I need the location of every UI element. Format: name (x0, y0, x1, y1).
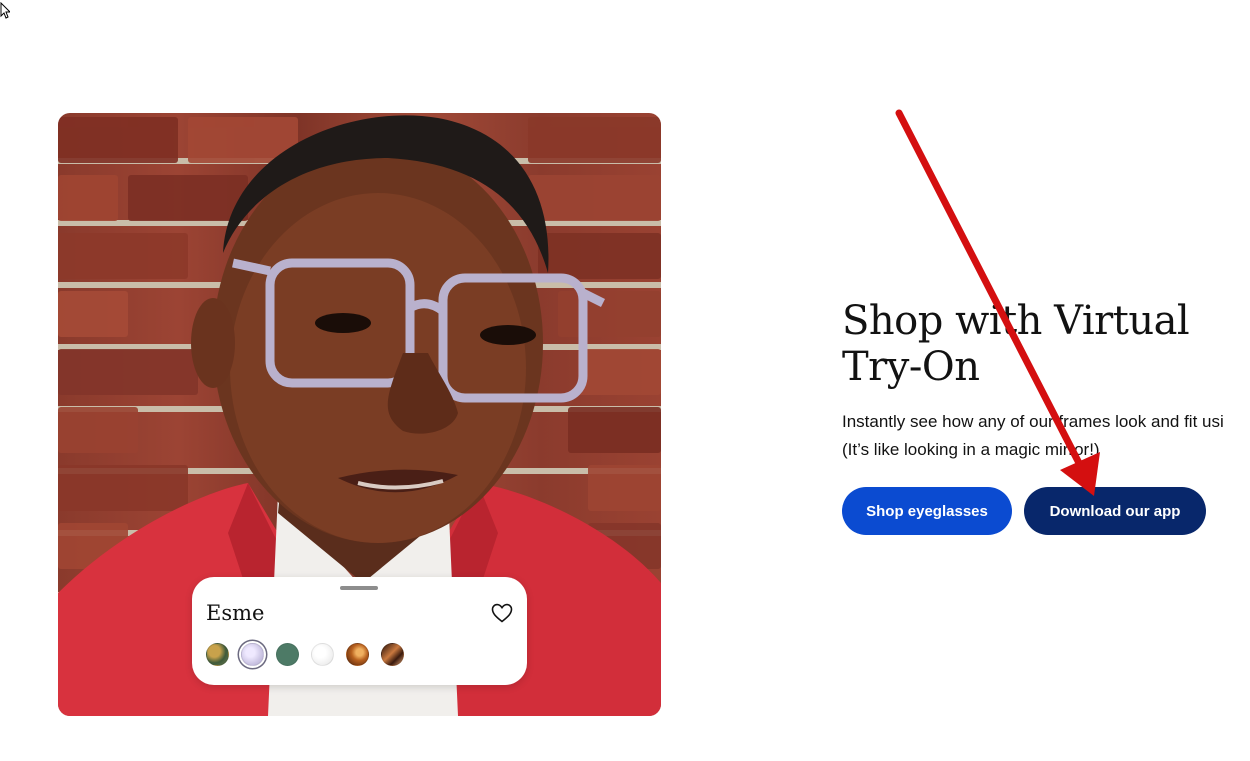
heart-outline-icon[interactable] (490, 601, 514, 625)
color-swatch-list (206, 643, 404, 666)
virtual-try-on-photo: Esme (58, 113, 661, 716)
drag-handle[interactable] (340, 586, 378, 590)
download-app-button[interactable]: Download our app (1024, 487, 1206, 535)
try-on-frame-card: Esme (192, 577, 527, 685)
virtual-try-on-section: Shop with Virtual Try-On Instantly see h… (842, 298, 1250, 535)
headline-line-1: Shop with Virtual (842, 298, 1190, 344)
shop-eyeglasses-button[interactable]: Shop eyeglasses (842, 487, 1012, 535)
section-description: Instantly see how any of our frames look… (842, 408, 1250, 464)
swatch-tortoise-green[interactable] (206, 643, 229, 666)
mouse-cursor-icon (0, 2, 10, 19)
swatch-lavender[interactable] (241, 643, 264, 666)
headline-line-2: Try-On (842, 344, 980, 390)
section-headline: Shop with Virtual Try-On (842, 298, 1212, 390)
frame-name: Esme (206, 601, 265, 625)
description-line-2: (It’s like looking in a magic mirror!) (842, 440, 1100, 459)
swatch-green[interactable] (276, 643, 299, 666)
description-line-1: Instantly see how any of our frames look… (842, 412, 1224, 431)
swatch-tortoise-brown[interactable] (346, 643, 369, 666)
swatch-dark-tortoise[interactable] (381, 643, 404, 666)
swatch-clear[interactable] (311, 643, 334, 666)
